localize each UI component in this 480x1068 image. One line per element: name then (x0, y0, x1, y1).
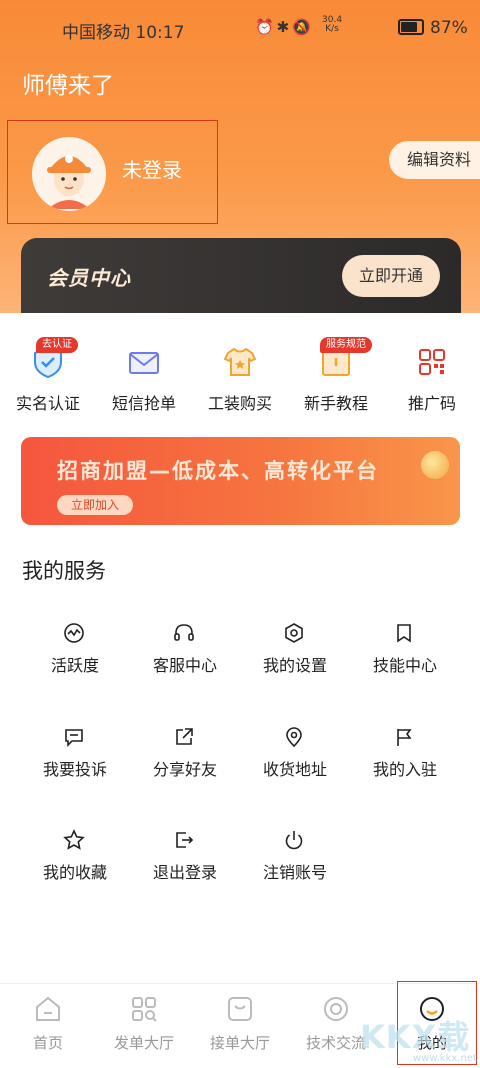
service-label: 退出登录 (152, 863, 217, 882)
service-complaint[interactable]: 我要投诉 (21, 726, 129, 786)
service-settings[interactable]: 我的设置 (241, 622, 349, 682)
franchise-banner[interactable]: 招商加盟—低成本、高转化平台 立即加入 (21, 437, 460, 525)
quick-item-uniform[interactable]: 工装购买 (192, 340, 288, 420)
share-icon (176, 728, 193, 745)
tab-label: 发单大厅 (113, 1034, 174, 1052)
service-address[interactable]: 收货地址 (241, 726, 349, 786)
service-label: 技能中心 (372, 656, 437, 675)
service-label: 客服中心 (152, 656, 217, 675)
service-label: 活跃度 (50, 656, 99, 675)
grid-search-icon (132, 997, 157, 1022)
quick-label: 推广码 (407, 394, 456, 413)
service-customer-center[interactable]: 客服中心 (131, 622, 239, 682)
logout-icon (176, 832, 194, 848)
tutorial-badge: 服务规范 (320, 337, 372, 353)
bookmark-icon (397, 624, 411, 643)
activity-icon (64, 623, 84, 643)
quick-label: 实名认证 (15, 394, 80, 413)
network-speed: 30.4 K/s (322, 15, 343, 34)
target-icon (324, 997, 348, 1021)
app-title: 师傅来了 (22, 73, 114, 99)
inbox-icon (228, 997, 252, 1021)
vip-open-button[interactable]: 立即开通 (342, 255, 440, 297)
banner-join-button[interactable]: 立即加入 (57, 495, 134, 515)
quick-item-verify[interactable]: 去认证 实名认证 (0, 337, 96, 420)
service-activity[interactable]: 活跃度 (21, 622, 129, 682)
watermark-url: www.kkx.net (413, 1053, 477, 1064)
battery-level: 87% (430, 18, 468, 38)
envelope-icon (129, 352, 159, 374)
quick-actions: 去认证 实名认证 短信抢单 工装购买 服务规范 新手教程 推广码 (0, 337, 480, 420)
coin-icon (421, 451, 449, 479)
carrier-time: 中国移动 10:17 (62, 23, 185, 43)
service-share[interactable]: 分享好友 (131, 726, 239, 786)
quick-item-sms[interactable]: 短信抢单 (96, 340, 192, 420)
service-logout[interactable]: 退出登录 (131, 829, 239, 889)
vip-title: 会员中心 (47, 266, 131, 290)
service-label: 分享好友 (152, 760, 217, 779)
login-status[interactable]: 未登录 (122, 154, 182, 183)
avatar[interactable] (32, 137, 106, 211)
service-delete-account[interactable]: 注销账号 (241, 829, 349, 889)
verify-badge: 去认证 (36, 337, 78, 353)
home-icon (36, 996, 60, 1021)
power-icon (285, 831, 303, 850)
flag-icon (397, 729, 412, 746)
tab-label: 接单大厅 (209, 1034, 270, 1052)
quick-label: 短信抢单 (111, 394, 176, 413)
settings-hexagon-icon (285, 623, 303, 643)
quick-label: 工装购买 (207, 394, 272, 413)
service-skill-center[interactable]: 技能中心 (351, 622, 459, 682)
chat-bubble-icon (65, 729, 83, 747)
status-bar: 中国移动 10:17 ⏰✱🔕 30.4 K/s 87% (0, 14, 480, 44)
service-label: 我的入驻 (372, 760, 437, 779)
shirt-icon (223, 347, 257, 376)
watermark: KKX载 (360, 1018, 471, 1056)
quick-item-promo-code[interactable]: 推广码 (384, 340, 480, 420)
service-favorites[interactable]: 我的收藏 (21, 829, 129, 889)
status-icons: ⏰✱🔕 (255, 18, 314, 36)
worker-avatar-icon (32, 137, 106, 211)
service-label: 我的设置 (262, 656, 327, 675)
quick-item-tutorial[interactable]: 服务规范 新手教程 (288, 337, 384, 420)
service-label: 我的收藏 (42, 863, 107, 882)
tab-dispatch-hall[interactable]: 发单大厅 (96, 984, 192, 1068)
quick-label: 新手教程 (303, 394, 368, 413)
banner-text: 招商加盟—低成本、高转化平台 (57, 459, 379, 483)
star-icon (63, 829, 85, 850)
location-pin-icon (286, 727, 302, 748)
service-label: 我要投诉 (42, 760, 107, 779)
qr-code-icon (419, 349, 445, 375)
services-title: 我的服务 (22, 559, 106, 583)
battery-icon (398, 19, 424, 35)
service-label: 收货地址 (262, 760, 327, 779)
edit-profile-button[interactable]: 编辑资料 (389, 141, 480, 179)
profile-login-area[interactable]: 未登录 (7, 120, 218, 224)
tab-order-hall[interactable]: 接单大厅 (192, 984, 288, 1068)
tab-home[interactable]: 首页 (0, 984, 96, 1068)
service-my-settle[interactable]: 我的入驻 (351, 726, 459, 786)
tab-label: 首页 (32, 1034, 63, 1052)
service-label: 注销账号 (262, 863, 327, 882)
headset-icon (174, 624, 194, 641)
